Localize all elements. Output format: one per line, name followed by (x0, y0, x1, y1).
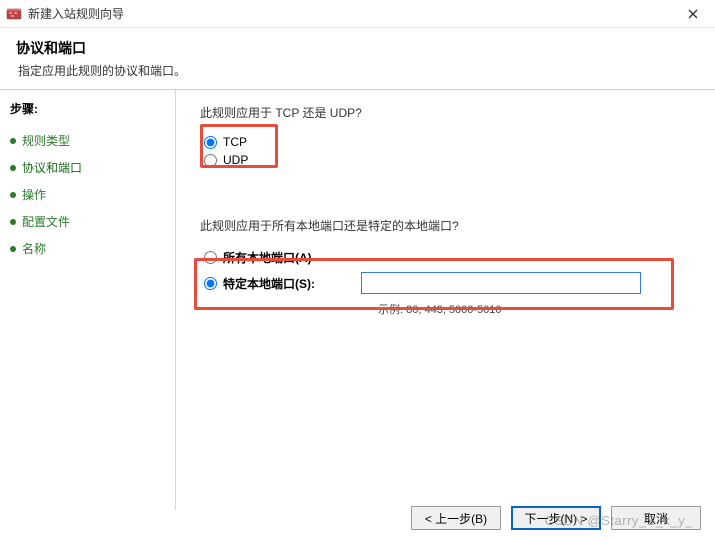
radio-specific-ports-label: 特定本地端口(S): (223, 275, 315, 292)
wizard-body: 步骤: 规则类型 协议和端口 操作 配置文件 名称 此规则应用于 TCP 还是 … (0, 90, 715, 510)
radio-udp[interactable]: UDP (204, 151, 691, 169)
step-profile[interactable]: 配置文件 (8, 208, 167, 235)
radio-specific-ports-input[interactable] (204, 277, 217, 290)
firewall-icon (6, 6, 22, 22)
radio-tcp-label: TCP (223, 135, 247, 149)
steps-heading: 步骤: (10, 100, 167, 117)
radio-all-ports[interactable]: 所有本地端口(A) (204, 246, 691, 269)
bullet-icon (10, 246, 16, 252)
protocol-radio-group: TCP UDP (204, 133, 691, 169)
step-name[interactable]: 名称 (8, 235, 167, 262)
step-rule-type[interactable]: 规则类型 (8, 127, 167, 154)
titlebar: 新建入站规则向导 (0, 0, 715, 28)
radio-tcp[interactable]: TCP (204, 133, 691, 151)
steps-sidebar: 步骤: 规则类型 协议和端口 操作 配置文件 名称 (0, 90, 176, 510)
bullet-icon (10, 219, 16, 225)
bullet-icon (10, 192, 16, 198)
page-subtitle: 指定应用此规则的协议和端口。 (18, 62, 699, 79)
steps-list: 规则类型 协议和端口 操作 配置文件 名称 (8, 127, 167, 262)
step-action[interactable]: 操作 (8, 181, 167, 208)
port-question: 此规则应用于所有本地端口还是特定的本地端口? (200, 217, 691, 234)
radio-specific-ports[interactable]: 特定本地端口(S): (204, 269, 691, 297)
bullet-icon (10, 138, 16, 144)
protocol-question: 此规则应用于 TCP 还是 UDP? (200, 104, 691, 121)
back-button[interactable]: < 上一步(B) (411, 506, 501, 530)
next-button[interactable]: 下一步(N) > (511, 506, 601, 530)
step-protocol-port[interactable]: 协议和端口 (8, 154, 167, 181)
wizard-header: 协议和端口 指定应用此规则的协议和端口。 (0, 28, 715, 90)
radio-all-ports-input[interactable] (204, 251, 217, 264)
specific-ports-input[interactable] (361, 272, 641, 294)
window-title: 新建入站规则向导 (28, 5, 124, 22)
radio-udp-input[interactable] (204, 154, 217, 167)
bullet-icon (10, 165, 16, 171)
port-section: 此规则应用于所有本地端口还是特定的本地端口? 所有本地端口(A) 特定本地端口(… (200, 217, 691, 317)
wizard-content: 此规则应用于 TCP 还是 UDP? TCP UDP 此规则应用于所有本地端口还… (176, 90, 715, 510)
radio-all-ports-label: 所有本地端口(A) (223, 249, 312, 266)
titlebar-left: 新建入站规则向导 (6, 5, 124, 22)
page-title: 协议和端口 (16, 38, 699, 58)
radio-tcp-input[interactable] (204, 136, 217, 149)
wizard-footer: < 上一步(B) 下一步(N) > 取消 (411, 506, 701, 530)
cancel-button[interactable]: 取消 (611, 506, 701, 530)
port-example-text: 示例: 80, 443, 5000-5010 (378, 301, 691, 317)
radio-udp-label: UDP (223, 153, 248, 167)
close-button[interactable] (679, 4, 707, 24)
port-radio-group: 所有本地端口(A) 特定本地端口(S): 示例: 80, 443, 5000-5… (204, 246, 691, 317)
